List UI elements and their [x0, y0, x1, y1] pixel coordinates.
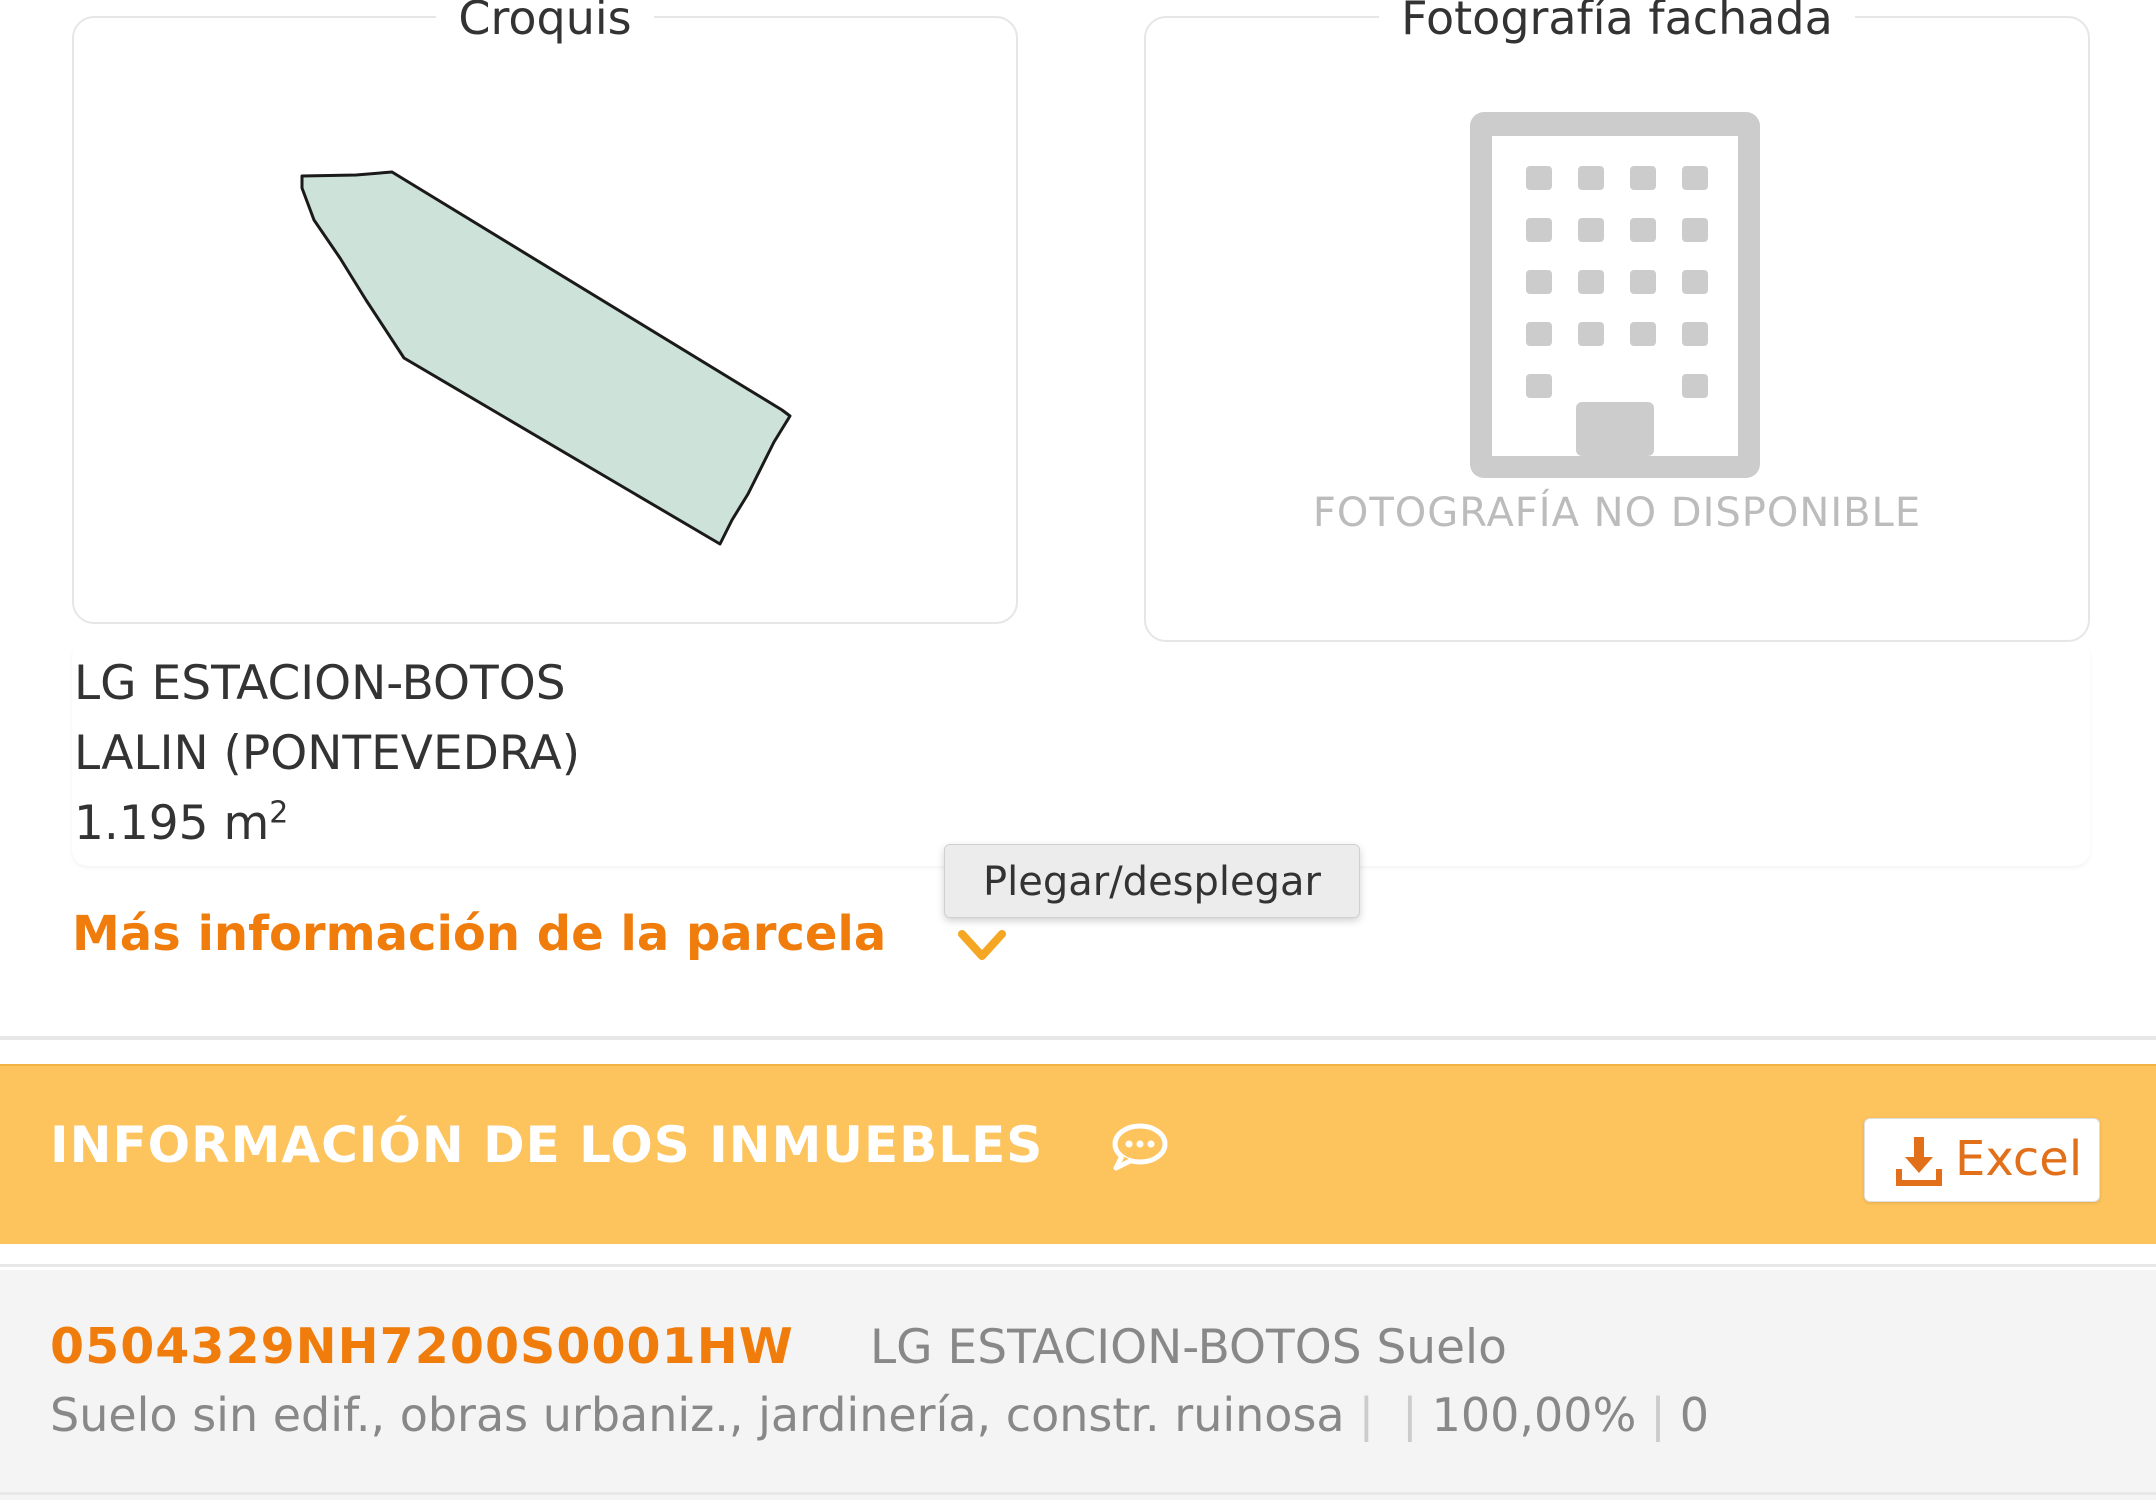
parcel-area-exponent: 2: [269, 795, 289, 831]
parcel-area-value: 1.195 m: [74, 796, 270, 851]
more-parcel-info-link[interactable]: Más información de la parcela: [72, 906, 886, 962]
chevron-down-icon[interactable]: [956, 926, 1008, 966]
properties-section-title: INFORMACIÓN DE LOS INMUEBLES: [50, 1116, 1044, 1174]
property-details: Suelo sin edif., obras urbaniz., jardine…: [50, 1388, 1709, 1442]
facade-legend: Fotografía fachada: [1379, 0, 1855, 45]
section-divider: [0, 1036, 2156, 1040]
excel-export-button[interactable]: Excel: [1864, 1118, 2100, 1202]
comment-icon[interactable]: [1110, 1122, 1168, 1172]
property-use: Suelo sin edif., obras urbaniz., jardine…: [50, 1388, 1345, 1442]
separator: |: [1402, 1388, 1418, 1442]
building-icon: [1470, 112, 1760, 478]
row-bottom-border: [0, 1492, 2156, 1495]
download-icon: [1896, 1137, 1942, 1186]
row-divider: [0, 1264, 2156, 1267]
excel-button-label: Excel: [1955, 1131, 2083, 1187]
parcel-shape: [300, 170, 792, 546]
no-photo-label: FOTOGRAFÍA NO DISPONIBLE: [1312, 490, 1922, 536]
parcel-area: 1.195 m2: [74, 796, 288, 851]
parcel-address-line2: LALIN (PONTEVEDRA): [74, 726, 581, 781]
toggle-tooltip: Plegar/desplegar: [944, 844, 1360, 918]
parcel-detail-page: Croquis Fotografía fachada FOTOGRAFÍA NO…: [0, 0, 2156, 1500]
parcel-address-line1: LG ESTACION-BOTOS: [74, 656, 566, 711]
cadastral-reference-link[interactable]: 0504329NH7200S0001HW: [50, 1318, 794, 1375]
separator: |: [1650, 1388, 1666, 1442]
property-year: 0: [1679, 1388, 1710, 1442]
property-row: [0, 1270, 2156, 1500]
separator: |: [1358, 1388, 1375, 1442]
property-address: LG ESTACION-BOTOS Suelo: [870, 1320, 1507, 1375]
property-participation: 100,00%: [1431, 1388, 1637, 1442]
